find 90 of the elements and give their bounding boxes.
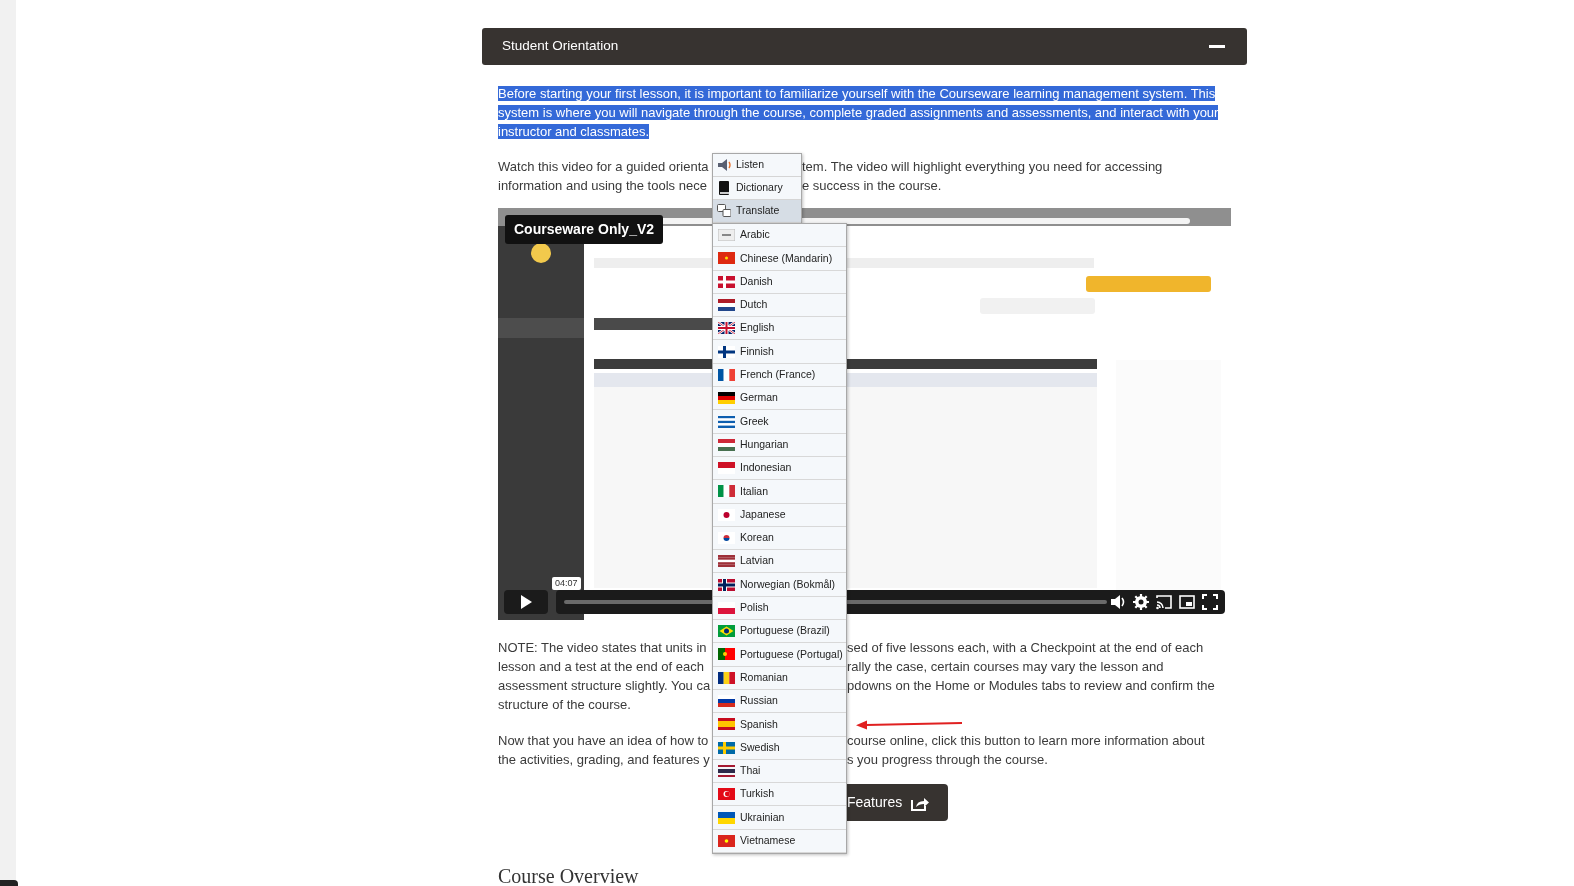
flag-icon: [718, 252, 735, 265]
language-item[interactable]: Portuguese (Portugal): [713, 643, 846, 667]
flag-icon: [718, 368, 735, 381]
settings-icon[interactable]: [1132, 593, 1150, 611]
language-item[interactable]: Swedish: [713, 736, 846, 760]
flag-icon: [718, 578, 735, 591]
language-item[interactable]: English: [713, 317, 846, 341]
language-item[interactable]: Arabic: [713, 224, 846, 248]
flag-icon: [718, 671, 735, 684]
paragraph-text: course online, click this button to learn more information about: [847, 732, 1205, 750]
flag-icon: [718, 532, 735, 544]
flag-icon: [718, 625, 735, 638]
language-item[interactable]: Italian: [713, 480, 846, 504]
flag-icon: [718, 345, 735, 358]
panel-title: Student Orientation: [502, 37, 619, 56]
flag-icon: [718, 392, 735, 405]
paragraph-text: s you progress through the course.: [847, 751, 1048, 769]
language-item[interactable]: Korean: [713, 526, 846, 551]
corner-tab[interactable]: [0, 880, 18, 886]
language-item[interactable]: Danish: [713, 270, 846, 294]
flag-icon: [718, 834, 735, 847]
flag-icon: [718, 555, 735, 568]
flag-icon: [718, 322, 735, 335]
flag-icon: [718, 718, 735, 731]
flag-icon: [718, 229, 735, 242]
language-item[interactable]: German: [713, 387, 846, 411]
language-item[interactable]: French (France): [713, 363, 846, 388]
language-item[interactable]: Latvian: [713, 550, 846, 574]
flag-icon: [718, 462, 735, 475]
intro-paragraph: Before starting your first lesson, it is important to familiarize yourself with the Courseware learning management system. This system is where you will navigate through the course, complete graded assignments and assessments, and interact with your instructor and classmates.: [498, 85, 1220, 141]
flag-icon: [718, 485, 735, 498]
paragraph-text: information and using the tools nece: [498, 178, 707, 193]
language-item[interactable]: Dutch: [713, 293, 846, 318]
volume-icon[interactable]: [1109, 593, 1127, 611]
flag-icon: [718, 415, 735, 428]
flag-icon: [718, 601, 735, 614]
cast-icon[interactable]: [1155, 593, 1173, 611]
features-button[interactable]: Features: [847, 784, 949, 821]
paragraph-text: lesson and a test at the end of each: [498, 659, 704, 674]
speaker-icon: [717, 158, 731, 172]
flag-icon: [718, 508, 735, 521]
play-button[interactable]: [504, 590, 548, 614]
language-item[interactable]: Thai: [713, 759, 846, 784]
flag-icon: [718, 648, 735, 661]
collapse-icon: [1209, 45, 1225, 48]
book-icon: [717, 181, 731, 195]
paragraph-text: structure of the course.: [498, 697, 631, 712]
flag-icon: [718, 811, 735, 824]
flag-icon: [718, 788, 735, 801]
language-item[interactable]: Chinese (Mandarin): [713, 247, 846, 271]
language-item[interactable]: Polish: [713, 596, 846, 621]
menu-item[interactable]: Listen: [713, 154, 801, 177]
time-tooltip: 04:07: [552, 577, 581, 590]
paragraph-text: assessment structure slightly. You ca: [498, 678, 711, 693]
flag-icon: [718, 438, 735, 451]
flag-icon: [718, 741, 735, 754]
language-item[interactable]: Hungarian: [713, 433, 846, 457]
language-item[interactable]: Ukrainian: [713, 806, 846, 830]
paragraph-text: rally the case, certain courses may vary the lesson and: [847, 658, 1164, 676]
video-title: Courseware Only_V2: [505, 215, 664, 244]
paragraph-text: Now that you have an idea of how to: [498, 733, 709, 748]
paragraph-text: sed of five lessons each, with a Checkpoint at the end of each: [847, 639, 1204, 657]
language-item[interactable]: Vietnamese: [713, 829, 846, 853]
language-item[interactable]: Turkish: [713, 783, 846, 807]
play-icon: [519, 595, 533, 609]
paragraph-text: the activities, grading, and features y: [498, 752, 710, 767]
language-item[interactable]: Romanian: [713, 666, 846, 690]
picture-in-picture-icon[interactable]: [1178, 593, 1196, 611]
paragraph-text: e success in the course.: [802, 177, 942, 195]
paragraph-text: Watch this video for a guided orienta: [498, 159, 709, 174]
language-item[interactable]: Norwegian (Bokmål): [713, 573, 846, 597]
language-item[interactable]: Russian: [713, 689, 846, 714]
fullscreen-icon[interactable]: [1201, 593, 1219, 611]
language-item[interactable]: Japanese: [713, 503, 846, 527]
paragraph-text: NOTE: The video states that units in: [498, 640, 707, 655]
flag-icon: [718, 275, 735, 288]
language-item[interactable]: Greek: [713, 410, 846, 434]
menu-item[interactable]: Translate: [713, 200, 801, 223]
paragraph-text: pdowns on the Home or Modules tabs to review and confirm the: [847, 677, 1215, 695]
panel-header[interactable]: Student Orientation: [482, 28, 1247, 65]
language-item[interactable]: Finnish: [713, 340, 846, 364]
flag-icon: [718, 764, 735, 777]
language-item[interactable]: Spanish: [713, 713, 846, 737]
flag-icon: [718, 695, 735, 708]
language-item[interactable]: Portuguese (Brazil): [713, 620, 846, 644]
flag-icon: [718, 299, 735, 312]
paragraph-text: tem. The video will highlight everything you need for accessing: [802, 158, 1163, 176]
language-item[interactable]: Indonesian: [713, 456, 846, 481]
translate-icon: [717, 204, 731, 218]
section-heading: Course Overview: [498, 864, 640, 886]
